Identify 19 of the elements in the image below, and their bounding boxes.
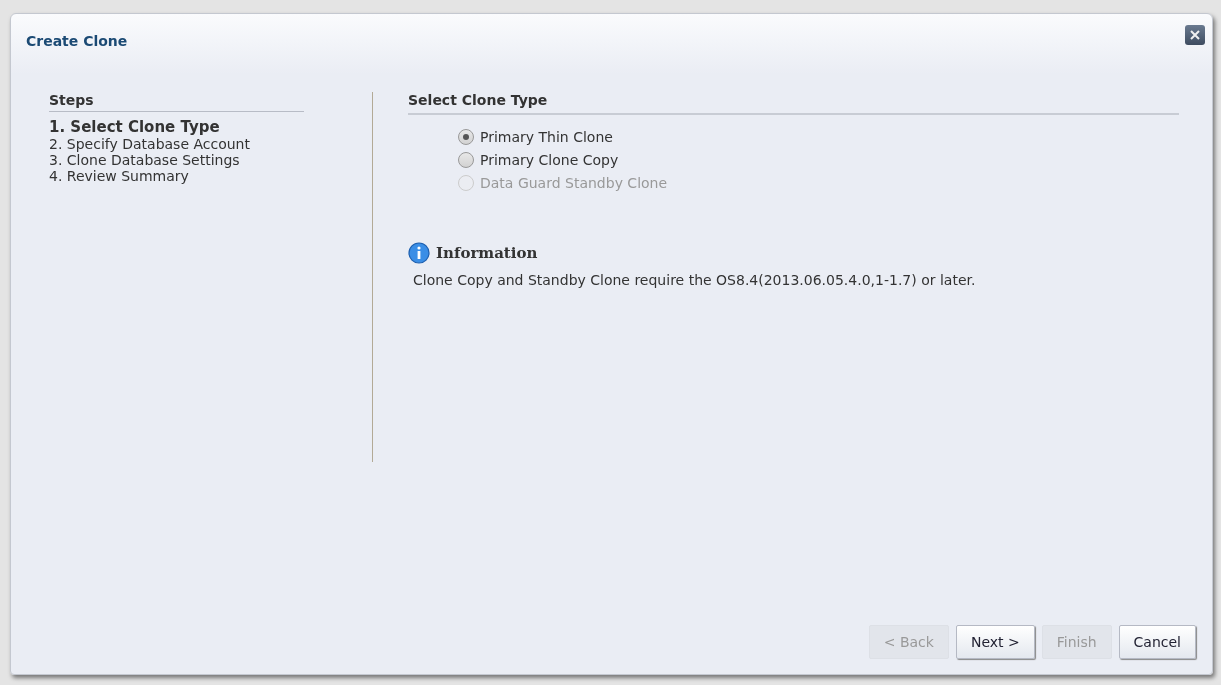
information-text: Clone Copy and Standby Clone require the OS8.4(2013.06.05.4.0,1-1.7) or later. — [412, 272, 977, 288]
dialog-title: Create Clone — [26, 33, 128, 49]
wizard-button[interactable]: Next > — [955, 625, 1035, 659]
close-button[interactable] — [1185, 25, 1205, 45]
radio-button[interactable] — [458, 151, 474, 168]
radio-button[interactable] — [458, 128, 474, 145]
step-item[interactable]: 1. Select Clone Type — [49, 118, 304, 136]
radio-label: Data Guard Standby Clone — [480, 174, 668, 191]
section-heading: Select Clone Type — [408, 92, 1179, 115]
close-icon — [1188, 28, 1202, 42]
step-item[interactable]: 3. Clone Database Settings — [49, 152, 304, 168]
step-item[interactable]: 4. Review Summary — [49, 168, 304, 184]
information-title: Information — [436, 244, 538, 262]
info-icon — [408, 242, 430, 264]
radio-label: Primary Thin Clone — [480, 128, 613, 145]
steps-heading: Steps — [49, 92, 304, 112]
step-item[interactable]: 2. Specify Database Account — [49, 136, 304, 152]
radio-label: Primary Clone Copy — [480, 151, 619, 168]
wizard-button[interactable]: Cancel — [1118, 625, 1196, 659]
